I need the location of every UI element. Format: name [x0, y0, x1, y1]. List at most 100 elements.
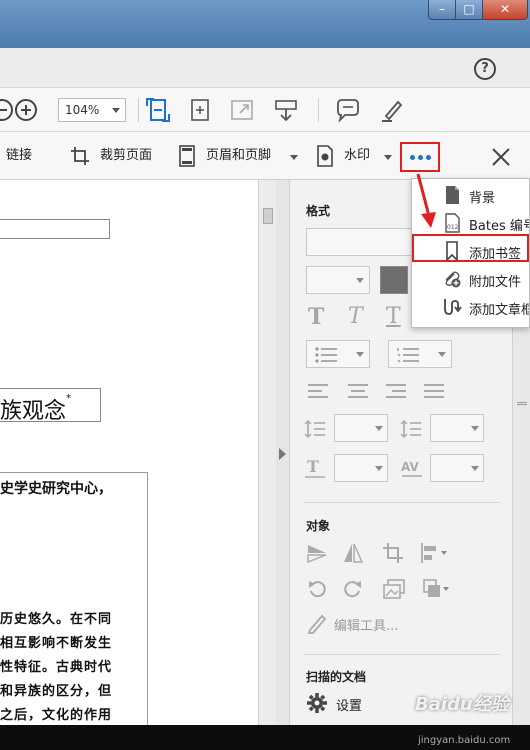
flip-vertical-icon[interactable] [306, 542, 328, 564]
highlight-pen-icon[interactable] [378, 96, 406, 124]
zoom-in-icon[interactable] [12, 96, 40, 124]
svg-text:T: T [307, 458, 319, 476]
paragraph-line: 之后，文化的作用 [0, 708, 113, 723]
menu-strip: ? [0, 48, 530, 88]
objects-section-title: 对象 [306, 519, 331, 533]
menu-item-add-article[interactable]: 添加文章框 [412, 293, 530, 321]
menu-item-label: 添加文章框 [469, 303, 530, 318]
fit-page-icon[interactable] [144, 96, 172, 124]
affiliation-line: 史学史研究中心， [0, 481, 112, 497]
menu-item-attach-file[interactable]: 附加文件 [412, 265, 529, 293]
line-spacing-select[interactable] [334, 414, 388, 442]
zoom-level-select[interactable]: 104% [58, 98, 126, 122]
watermark-brand: Baidu经验 [415, 694, 509, 715]
paragraph-spacing-select[interactable] [430, 414, 484, 442]
bullet-list-select[interactable] [306, 340, 370, 368]
align-objects-icon[interactable] [420, 542, 450, 564]
numbered-list-icon [397, 348, 419, 363]
more-dot [426, 155, 431, 160]
chevron-down-icon [375, 426, 383, 431]
panel-divider [304, 502, 500, 503]
collapse-arrow-icon[interactable] [279, 448, 286, 460]
rotate-left-icon[interactable] [306, 578, 328, 600]
paragraph-spacing-icon [400, 420, 421, 438]
align-center-icon[interactable] [348, 384, 368, 402]
arrange-objects-icon[interactable] [422, 578, 452, 600]
paragraph-line: 历史悠久。在不同 [0, 612, 113, 627]
horizontal-scale-select[interactable] [334, 454, 388, 482]
scrollbar-grip[interactable] [517, 402, 527, 405]
more-tools-button[interactable] [400, 142, 440, 172]
edit-tools-button[interactable]: 编辑工具... [334, 615, 398, 634]
full-screen-icon[interactable] [228, 96, 256, 124]
svg-text:AV: AV [401, 460, 419, 474]
crop-icon [71, 147, 89, 165]
read-mode-icon[interactable] [272, 96, 300, 124]
text-underline-icon[interactable]: T [386, 304, 401, 329]
document-heading: 族观念 [0, 399, 67, 424]
fit-width-icon[interactable] [186, 96, 214, 124]
character-spacing-select[interactable] [430, 454, 484, 482]
format-section-title: 格式 [306, 204, 331, 218]
link-button[interactable]: 链接 [6, 146, 32, 166]
line-spacing-icon [304, 420, 325, 438]
rotate-right-icon[interactable] [342, 578, 364, 600]
replace-image-icon[interactable] [382, 578, 406, 600]
zoom-level-value: 104% [65, 103, 100, 117]
text-italic-icon[interactable]: T [348, 304, 363, 329]
align-right-icon[interactable] [386, 384, 406, 402]
text-bold-icon[interactable]: T [308, 304, 324, 330]
document-scrollbar[interactable] [258, 180, 276, 725]
add-article-icon [444, 299, 462, 315]
help-icon[interactable]: ? [474, 58, 496, 80]
bates-number-icon: 012 [445, 213, 460, 233]
more-dot [410, 155, 415, 160]
gear-icon [307, 693, 327, 713]
comment-icon[interactable] [334, 96, 362, 124]
watermark-url: jingyan.baidu.com [418, 735, 511, 746]
minimize-button[interactable]: – [428, 0, 456, 20]
scrollbar-thumb[interactable] [263, 208, 273, 224]
watermark-dropdown-icon[interactable] [384, 155, 392, 160]
maximize-button[interactable]: □ [455, 0, 483, 20]
panel-collapse-strip[interactable] [276, 180, 290, 725]
align-left-icon[interactable] [308, 384, 328, 402]
footnote-mark: * [66, 393, 71, 404]
attach-file-icon [445, 271, 461, 288]
chevron-down-icon [356, 278, 364, 283]
watermark-icon [317, 145, 333, 167]
edit-tools-pencil-icon [307, 614, 327, 634]
header-footer-icon [179, 145, 195, 167]
crop-object-icon[interactable] [382, 542, 404, 564]
annotation-arrow-icon [416, 173, 436, 228]
scanned-document-section-title: 扫描的文档 [306, 670, 367, 684]
character-spacing-icon: AV [401, 460, 422, 477]
menu-item-label: 附加文件 [469, 275, 522, 290]
font-size-select[interactable] [306, 266, 370, 294]
font-color-swatch[interactable] [380, 266, 408, 294]
chevron-down-icon [471, 426, 479, 431]
main-toolbar: 104% [0, 88, 530, 132]
toolbar-separator [318, 98, 319, 122]
chevron-down-icon [112, 108, 120, 113]
page-background-icon [446, 186, 459, 204]
panel-divider [304, 654, 500, 655]
more-dot [418, 155, 423, 160]
document-view[interactable]: 族观念 * 史学史研究中心， 历史悠久。在不同 相互影响不断发生 性特征。古典时… [0, 180, 258, 732]
paragraph-line: 和异族的区分，但 [0, 684, 113, 699]
crop-pages-button[interactable]: 裁剪页面 [100, 146, 152, 166]
flip-horizontal-icon[interactable] [342, 542, 364, 564]
watermark-button[interactable]: 水印 [344, 146, 370, 166]
document-text-field[interactable] [0, 219, 110, 239]
align-justify-icon[interactable] [424, 384, 444, 402]
header-footer-dropdown-icon[interactable] [290, 155, 298, 160]
svg-text:012: 012 [447, 224, 459, 231]
header-footer-button[interactable]: 页眉和页脚 [206, 146, 271, 166]
close-icon[interactable] [490, 146, 512, 168]
bullet-list-icon [315, 347, 337, 363]
numbered-list-select[interactable] [388, 340, 452, 368]
scan-settings-button[interactable]: 设置 [336, 695, 362, 714]
close-window-button[interactable]: ✕ [482, 0, 528, 20]
chevron-down-icon [356, 352, 364, 357]
chevron-down-icon [375, 466, 383, 471]
